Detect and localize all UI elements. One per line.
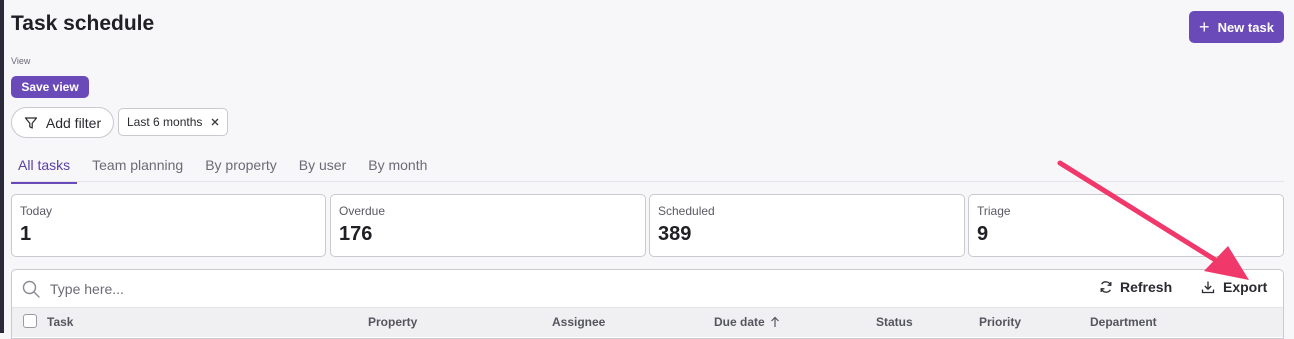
new-task-button[interactable]: + New task [1189,11,1284,43]
column-header-due-date[interactable]: Due date [714,315,780,329]
export-label: Export [1223,279,1268,295]
stat-value: 176 [339,223,373,245]
stat-value: 389 [658,223,692,245]
column-header-task[interactable]: Task [47,315,73,329]
download-icon [1201,281,1215,294]
stat-card-scheduled[interactable]: Scheduled 389 [649,194,965,257]
tabs-divider [11,181,1284,182]
column-header-priority[interactable]: Priority [979,315,1021,329]
stat-card-overdue[interactable]: Overdue 176 [330,194,646,257]
stat-label: Triage [977,204,1011,218]
column-label: Property [368,315,418,329]
refresh-icon [1100,281,1112,293]
stat-value: 9 [977,223,989,245]
add-filter-button[interactable]: Add filter [11,107,114,138]
new-task-label: New task [1217,19,1274,35]
task-table: Refresh Export Task Property Assignee Du… [11,269,1284,339]
select-all-checkbox[interactable] [23,314,37,328]
filter-icon [24,116,37,129]
column-header-assignee[interactable]: Assignee [552,315,605,329]
view-tabs: All tasks Team planning By property By u… [11,152,442,184]
tab-by-month[interactable]: By month [361,152,434,184]
export-button[interactable]: Export [1201,279,1267,295]
filter-chip[interactable]: Last 6 months [118,108,228,136]
column-header-department[interactable]: Department [1090,315,1157,329]
arrow-up-icon [770,316,779,327]
column-header-status[interactable]: Status [876,315,913,329]
view-label: View [11,56,31,66]
column-label: Due date [714,315,765,329]
add-filter-label: Add filter [45,114,102,131]
column-header-property[interactable]: Property [368,315,417,329]
tab-by-property[interactable]: By property [198,152,284,184]
stat-label: Overdue [339,204,386,218]
page-title: Task schedule [11,12,155,35]
tab-by-user[interactable]: By user [292,152,353,184]
column-label: Department [1090,315,1157,329]
column-label: Task [47,315,74,329]
tab-team-planning[interactable]: Team planning [85,152,190,184]
refresh-button[interactable]: Refresh [1099,279,1172,295]
filter-chip-label: Last 6 months [127,115,203,129]
refresh-label: Refresh [1120,279,1173,295]
save-view-button[interactable]: Save view [11,76,89,98]
column-label: Priority [979,315,1022,329]
stat-card-today[interactable]: Today 1 [11,194,326,257]
stat-card-triage[interactable]: Triage 9 [968,194,1284,257]
tab-all-tasks[interactable]: All tasks [11,152,78,184]
search-icon [22,280,40,298]
plus-icon: + [1199,17,1210,37]
search-input[interactable] [48,277,452,301]
stat-label: Today [20,204,53,218]
stat-value: 1 [20,223,32,245]
column-label: Status [876,315,913,329]
column-label: Assignee [552,315,606,329]
window-edge [0,0,4,333]
stat-label: Scheduled [658,204,715,218]
close-icon[interactable] [210,117,220,127]
